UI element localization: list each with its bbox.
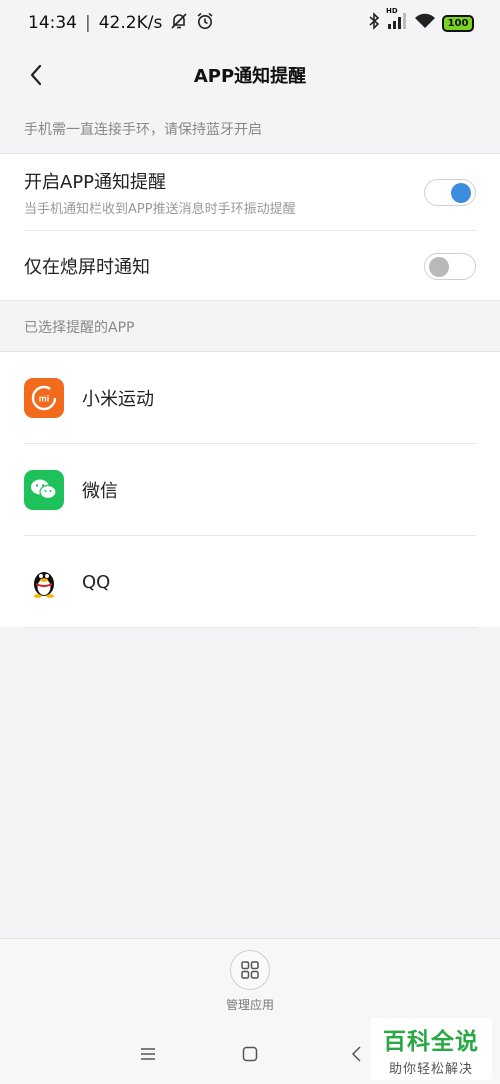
app-row-qq[interactable]: QQ	[0, 536, 500, 628]
apps-section-title: 已选择提醒的APP	[0, 302, 500, 352]
manage-apps-button[interactable]	[230, 950, 270, 990]
app-name: 微信	[82, 481, 118, 502]
wechat-icon	[24, 470, 64, 510]
mi-fit-icon: mi	[24, 378, 64, 418]
grid-icon	[241, 961, 259, 979]
wifi-icon	[414, 12, 436, 35]
app-row-wechat[interactable]: 微信	[0, 444, 500, 536]
status-time: 14:34	[28, 13, 77, 33]
watermark-logo: 百科全说 助你轻松解决	[370, 1018, 492, 1080]
enable-notification-row[interactable]: 开启APP通知提醒 当手机通知栏收到APP推送消息时手环振动提醒	[0, 154, 500, 231]
row-divider	[24, 627, 476, 628]
qq-penguin-icon	[24, 562, 64, 602]
bluetooth-notice: 手机需一直连接手环，请保持蓝牙开启	[0, 104, 500, 154]
notification-settings: 开启APP通知提醒 当手机通知栏收到APP推送消息时手环振动提醒 仅在熄屏时通知	[0, 153, 500, 301]
app-list: mi 小米运动 微信 QQ	[0, 351, 500, 628]
screen-off-label: 仅在熄屏时通知	[24, 257, 150, 278]
status-bar: 14:34 | 42.2K/s HD 100	[0, 0, 500, 46]
title-bar: APP通知提醒	[0, 46, 500, 104]
bluetooth-icon	[368, 11, 380, 35]
network-speed: 42.2K/s	[98, 13, 163, 33]
manage-apps-label: 管理应用	[225, 998, 274, 1012]
app-name: 小米运动	[82, 389, 154, 410]
alarm-icon	[196, 12, 214, 35]
hd-label: HD	[386, 6, 398, 15]
bottom-panel: 管理应用	[0, 938, 500, 1024]
battery-level: 100	[447, 17, 469, 29]
watermark-main-text: 百科全说	[383, 1028, 479, 1055]
page-title: APP通知提醒	[193, 66, 307, 87]
back-triangle-icon	[351, 1046, 361, 1062]
back-button[interactable]	[22, 60, 50, 90]
enable-notification-label: 开启APP通知提醒	[24, 172, 167, 193]
signal-icon: HD	[386, 7, 408, 35]
mute-bell-icon	[170, 12, 188, 35]
watermark-sub-text: 助你轻松解决	[388, 1061, 473, 1077]
home-square-icon	[242, 1046, 258, 1062]
enable-notification-toggle[interactable]	[424, 179, 476, 206]
home-button[interactable]	[238, 1042, 262, 1066]
mi-fit-logo-text: mi	[39, 394, 50, 404]
status-separator: |	[85, 13, 91, 33]
menu-button[interactable]	[136, 1042, 160, 1066]
menu-icon	[141, 1048, 155, 1060]
enable-notification-desc: 当手机通知栏收到APP推送消息时手环振动提醒	[24, 202, 296, 217]
chevron-left-icon	[30, 64, 42, 86]
battery-icon: 100	[442, 14, 474, 32]
app-name: QQ	[82, 571, 111, 593]
app-row-mi-fit[interactable]: mi 小米运动	[0, 352, 500, 444]
screen-off-row[interactable]: 仅在熄屏时通知	[0, 231, 500, 301]
nav-back-button[interactable]	[344, 1042, 368, 1066]
screen-off-toggle[interactable]	[424, 252, 476, 280]
